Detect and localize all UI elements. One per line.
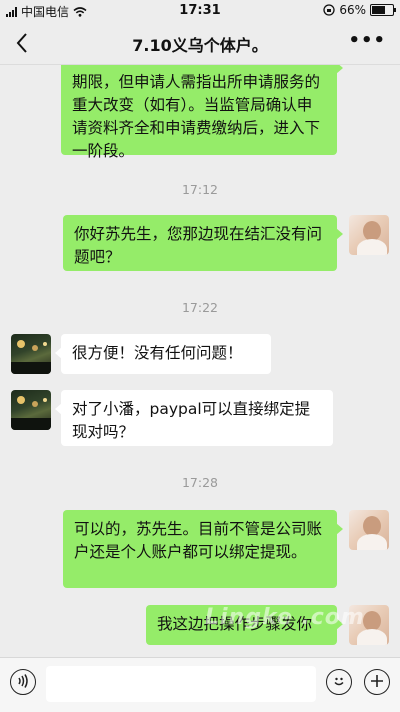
voice-button[interactable] [10,669,36,695]
back-button[interactable] [10,28,34,60]
more-button[interactable]: ••• [348,30,386,51]
message-input[interactable] [46,666,316,702]
plus-icon [371,675,383,687]
back-arrow-icon [16,33,27,53]
message-text: 很方便！没有任何问题！ [72,344,243,362]
message-text: 期限，但申请人需指出所申请服务的重大改变（如有）。当监管局确认申请资料齐全和申请… [72,73,321,160]
message-bubble-outgoing[interactable]: 可以的，苏先生。目前不管是公司账户还是个人账户都可以绑定提现。 [63,510,343,588]
avatar[interactable] [349,215,389,255]
input-bar [0,657,400,712]
battery-icon [370,4,396,16]
timestamp: 17:12 [181,182,219,197]
avatar[interactable] [349,510,389,550]
timestamp: 17:22 [181,300,219,315]
voice-icon [18,674,28,688]
message-bubble-incoming[interactable]: 很方便！没有任何问题！ [55,334,271,374]
message-text: 可以的，苏先生。目前不管是公司账户还是个人账户都可以绑定提现。 [74,520,323,561]
nav-bar: 7.10义乌个体户。 ••• [0,22,400,65]
message-bubble-outgoing[interactable]: 你好苏先生，您那边现在结汇没有问题吧？ [63,215,343,271]
avatar[interactable] [11,334,51,374]
status-right: 66% [323,3,396,17]
rotation-lock-icon [323,4,335,16]
emoji-button[interactable] [326,669,352,695]
avatar[interactable] [11,390,51,430]
message-text: 你好苏先生，您那边现在结汇没有问题吧？ [74,225,323,266]
plus-button[interactable] [364,669,390,695]
message-bubble-incoming[interactable]: 对了小潘，paypal可以直接绑定提现对吗？ [55,390,333,446]
message-bubble-outgoing[interactable]: 期限，但申请人需指出所申请服务的重大改变（如有）。当监管局确认申请资料齐全和申请… [61,65,343,160]
emoji-icon [334,677,344,686]
watermark: Lingke .com [205,605,365,630]
battery-percent: 66% [339,3,366,17]
chat-title: 7.10义乌个体户。 [132,36,268,55]
more-icon: ••• [348,30,386,51]
message-text: 对了小潘，paypal可以直接绑定提现对吗？ [72,400,311,441]
chat-area[interactable]: 期限，但申请人需指出所申请服务的重大改变（如有）。当监管局确认申请资料齐全和申请… [0,65,400,657]
timestamp: 17:28 [181,475,219,490]
status-bar: 中国电信 17:31 66% [0,0,400,22]
